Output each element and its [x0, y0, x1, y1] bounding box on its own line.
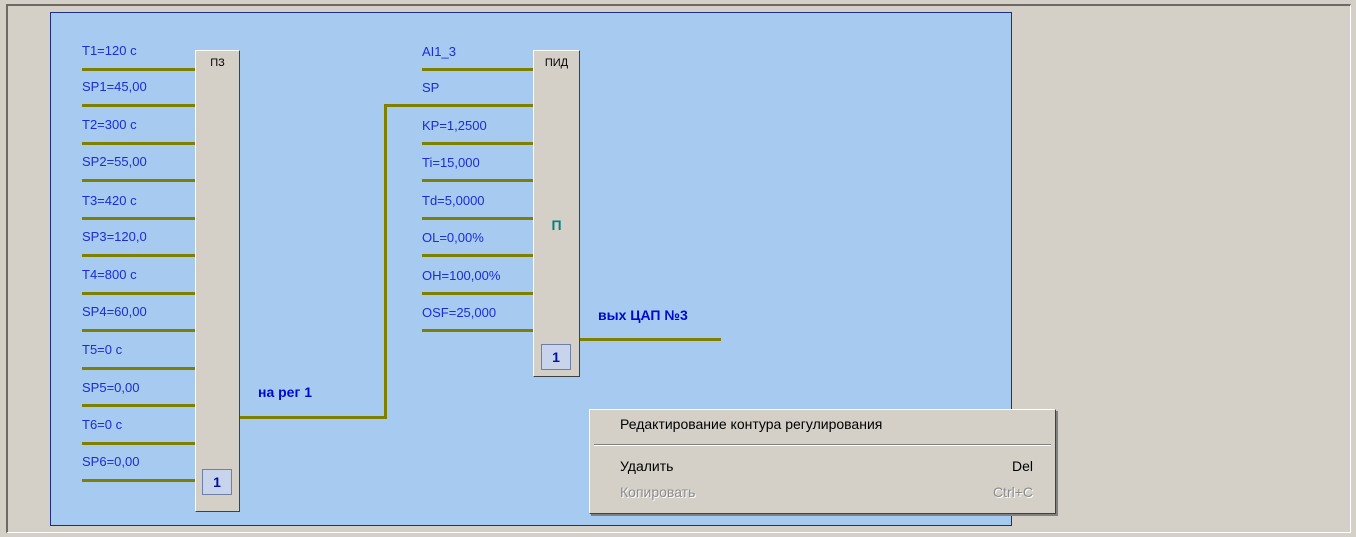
pid-input-wire-1 — [422, 68, 533, 71]
pz-input-wire-8 — [82, 329, 195, 332]
pz-input-wire-10 — [82, 404, 195, 407]
context-menu: Редактирование контура регулирования Уда… — [589, 409, 1056, 514]
pz-block-number[interactable]: 1 — [202, 469, 232, 495]
pid-input-wire-6 — [422, 254, 533, 257]
pid-input-wire-2 — [422, 104, 533, 107]
pid-block-title: ПИД — [544, 57, 569, 69]
pid-block-number[interactable]: 1 — [541, 344, 571, 370]
pz-input-11[interactable]: T6=0 с — [82, 417, 122, 432]
pid-block-mode: П — [551, 217, 562, 233]
pid-input-wire-5 — [422, 217, 533, 220]
pid-output-label[interactable]: вых ЦАП №3 — [598, 308, 688, 323]
menu-item-edit-loop-label: Редактирование контура регулирования — [620, 416, 883, 432]
menu-item-copy[interactable]: Копировать Ctrl+C — [590, 481, 1055, 503]
pz-input-12[interactable]: SP6=0,00 — [82, 454, 139, 469]
pid-input-1[interactable]: AI1_3 — [422, 44, 456, 59]
pz-output-label[interactable]: на рег 1 — [258, 385, 312, 400]
pz-input-wire-9 — [82, 367, 195, 370]
pid-input-7[interactable]: OH=100,00% — [422, 268, 500, 283]
pz-input-wire-2 — [82, 104, 195, 107]
pz-input-9[interactable]: T5=0 с — [82, 342, 122, 357]
pid-block[interactable]: ПИД П 1 — [533, 50, 580, 377]
pz-block[interactable]: ПЗ 1 — [195, 50, 240, 512]
pid-input-wire-7 — [422, 292, 533, 295]
pz-input-wire-11 — [82, 442, 195, 445]
pid-input-5[interactable]: Td=5,0000 — [422, 193, 485, 208]
pid-input-8[interactable]: OSF=25,000 — [422, 305, 496, 320]
pz-input-2[interactable]: SP1=45,00 — [82, 79, 147, 94]
pid-input-6[interactable]: OL=0,00% — [422, 230, 484, 245]
pz-input-3[interactable]: T2=300 с — [82, 117, 137, 132]
menu-item-edit-loop[interactable]: Редактирование контура регулирования — [590, 413, 1055, 435]
pz-block-title: ПЗ — [210, 57, 225, 69]
pz-input-1[interactable]: T1=120 с — [82, 43, 137, 58]
pid-input-wire-8 — [422, 329, 533, 332]
pz-input-wire-1 — [82, 68, 195, 71]
pz-input-10[interactable]: SP5=0,00 — [82, 380, 139, 395]
pz-input-wire-4 — [82, 179, 195, 182]
menu-separator — [594, 444, 1051, 446]
menu-item-delete[interactable]: Удалить Del — [590, 455, 1055, 477]
pid-input-4[interactable]: Ti=15,000 — [422, 155, 480, 170]
menu-item-delete-label: Удалить — [620, 458, 674, 474]
pz-output-wire — [240, 416, 385, 419]
pid-input-wire-3 — [422, 142, 533, 145]
menu-item-copy-shortcut: Ctrl+C — [992, 484, 1033, 500]
pz-input-wire-7 — [82, 292, 195, 295]
pz-input-wire-5 — [82, 217, 195, 220]
menu-item-copy-label: Копировать — [620, 484, 696, 500]
pid-input-wire-4 — [422, 179, 533, 182]
pid-input-3[interactable]: KP=1,2500 — [422, 118, 487, 133]
pz-input-5[interactable]: T3=420 с — [82, 193, 137, 208]
pz-input-wire-12 — [82, 479, 195, 482]
menu-item-delete-shortcut: Del — [1011, 458, 1033, 474]
pid-output-wire — [580, 338, 721, 341]
link-vertical-wire — [384, 104, 387, 419]
pz-input-wire-6 — [82, 254, 195, 257]
pz-input-8[interactable]: SP4=60,00 — [82, 304, 147, 319]
pz-input-wire-3 — [82, 142, 195, 145]
pid-input-2[interactable]: SP — [422, 80, 439, 95]
pz-input-4[interactable]: SP2=55,00 — [82, 154, 147, 169]
pz-input-7[interactable]: T4=800 с — [82, 267, 137, 282]
pz-input-6[interactable]: SP3=120,0 — [82, 229, 147, 244]
